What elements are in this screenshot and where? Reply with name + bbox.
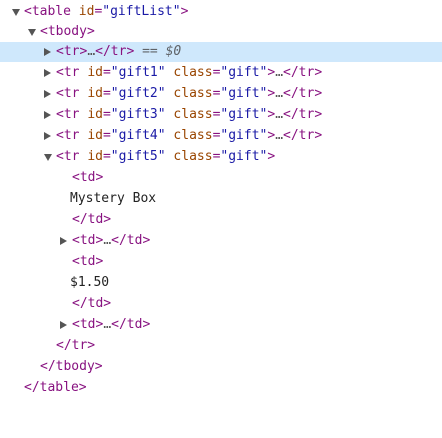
attr-name: class: [173, 149, 213, 164]
tag-open: <td>: [72, 254, 104, 269]
tag-bracket: >: [267, 86, 276, 101]
tag-bracket: >: [267, 107, 276, 122]
dom-node-tr-gift5[interactable]: <tr id="gift5" class="gift">: [0, 147, 442, 167]
console-ref-marker: == $0: [134, 44, 182, 59]
text-content: Mystery Box: [70, 191, 157, 206]
expand-arrow-icon[interactable]: [12, 9, 20, 16]
attr-name: id: [87, 149, 103, 164]
tag-open: <tr: [56, 128, 80, 143]
collapse-arrow-icon[interactable]: [44, 90, 51, 98]
dom-node-td[interactable]: <td>…</td>: [0, 231, 442, 251]
tag-open: <tr: [56, 107, 80, 122]
dom-text-node[interactable]: Mystery Box: [0, 189, 442, 209]
attr-value: "gift": [220, 86, 268, 101]
dom-node-tr-gift3[interactable]: <tr id="gift3" class="gift">…</tr>: [0, 105, 442, 125]
tag-open: <table: [24, 4, 71, 19]
tag-close: </tr>: [283, 86, 323, 101]
dom-node-td[interactable]: <td>: [0, 252, 442, 272]
attr-value: "gift5": [110, 149, 166, 164]
dom-text-node[interactable]: $1.50: [0, 273, 442, 293]
tag-close: </tbody>: [40, 359, 103, 374]
tag-open: <td>: [72, 317, 104, 332]
tag-open: <tr: [56, 86, 80, 101]
dom-node-tr-close: </tr>: [0, 336, 442, 356]
attr-name: id: [87, 128, 103, 143]
collapse-arrow-icon[interactable]: [44, 48, 51, 56]
tag-close: </td>: [72, 212, 112, 227]
attr-value: "gift1": [110, 65, 166, 80]
ellipsis[interactable]: …: [275, 107, 283, 122]
dom-node-table[interactable]: <table id="giftList">: [0, 2, 442, 22]
tag-open: <td>: [72, 233, 104, 248]
attr-name: class: [173, 86, 213, 101]
dom-tree-panel: <table id="giftList"> <tbody> <tr>…</tr>…: [0, 0, 442, 403]
dom-node-td[interactable]: <td>: [0, 168, 442, 188]
tag-close: </td>: [72, 296, 112, 311]
dom-node-td[interactable]: <td>…</td>: [0, 315, 442, 335]
attr-name: class: [173, 128, 213, 143]
tag-open: <td>: [72, 170, 104, 185]
tag-close: </tr>: [283, 128, 323, 143]
tag-bracket: >: [267, 128, 276, 143]
tag-bracket: >: [267, 65, 276, 80]
ellipsis[interactable]: …: [275, 86, 283, 101]
dom-node-tr-gift1[interactable]: <tr id="gift1" class="gift">…</tr>: [0, 63, 442, 83]
text-content: $1.50: [70, 275, 110, 290]
tag-open: <tr: [56, 149, 80, 164]
dom-node-tr-gift4[interactable]: <tr id="gift4" class="gift">…</tr>: [0, 126, 442, 146]
expand-arrow-icon[interactable]: [44, 154, 52, 161]
dom-node-tr-gift2[interactable]: <tr id="gift2" class="gift">…</tr>: [0, 84, 442, 104]
tag-open: <tr>: [56, 44, 88, 59]
tag-open: <tbody>: [40, 24, 95, 39]
tag-close: </td>: [111, 317, 151, 332]
ellipsis[interactable]: …: [87, 44, 95, 59]
dom-node-tr-selected[interactable]: <tr>…</tr> == $0: [0, 42, 442, 62]
attr-name: id: [87, 86, 103, 101]
attr-value: "gift2": [110, 86, 166, 101]
tag-bracket: >: [267, 149, 276, 164]
dom-node-table-close: </table>: [0, 378, 442, 398]
attr-name: id: [87, 65, 103, 80]
tag-close: </table>: [24, 380, 87, 395]
dom-node-td-close: </td>: [0, 210, 442, 230]
ellipsis[interactable]: …: [103, 317, 111, 332]
tag-bracket: >: [180, 4, 189, 19]
ellipsis[interactable]: …: [275, 128, 283, 143]
attr-value: "gift": [220, 128, 268, 143]
ellipsis[interactable]: …: [275, 65, 283, 80]
attr-value: "gift": [220, 107, 268, 122]
attr-name: id: [87, 107, 103, 122]
collapse-arrow-icon[interactable]: [60, 321, 67, 329]
attr-value: "giftList": [102, 4, 181, 19]
attr-name: class: [173, 65, 213, 80]
attr-name: class: [173, 107, 213, 122]
tag-open: <tr: [56, 65, 80, 80]
expand-arrow-icon[interactable]: [28, 29, 36, 36]
attr-name: id: [78, 4, 95, 19]
tag-close: </tr>: [283, 65, 323, 80]
attr-value: "gift3": [110, 107, 166, 122]
dom-node-tbody[interactable]: <tbody>: [0, 22, 442, 42]
collapse-arrow-icon[interactable]: [44, 132, 51, 140]
tag-close: </tr>: [283, 107, 323, 122]
collapse-arrow-icon[interactable]: [60, 237, 67, 245]
dom-node-td-close: </td>: [0, 294, 442, 314]
attr-value: "gift4": [110, 128, 166, 143]
attr-value: "gift": [220, 65, 268, 80]
attr-value: "gift": [220, 149, 268, 164]
collapse-arrow-icon[interactable]: [44, 111, 51, 119]
tag-close: </tr>: [95, 44, 135, 59]
tag-close: </td>: [111, 233, 151, 248]
dom-node-tbody-close: </tbody>: [0, 357, 442, 377]
collapse-arrow-icon[interactable]: [44, 69, 51, 77]
tag-close: </tr>: [56, 338, 96, 353]
ellipsis[interactable]: …: [103, 233, 111, 248]
